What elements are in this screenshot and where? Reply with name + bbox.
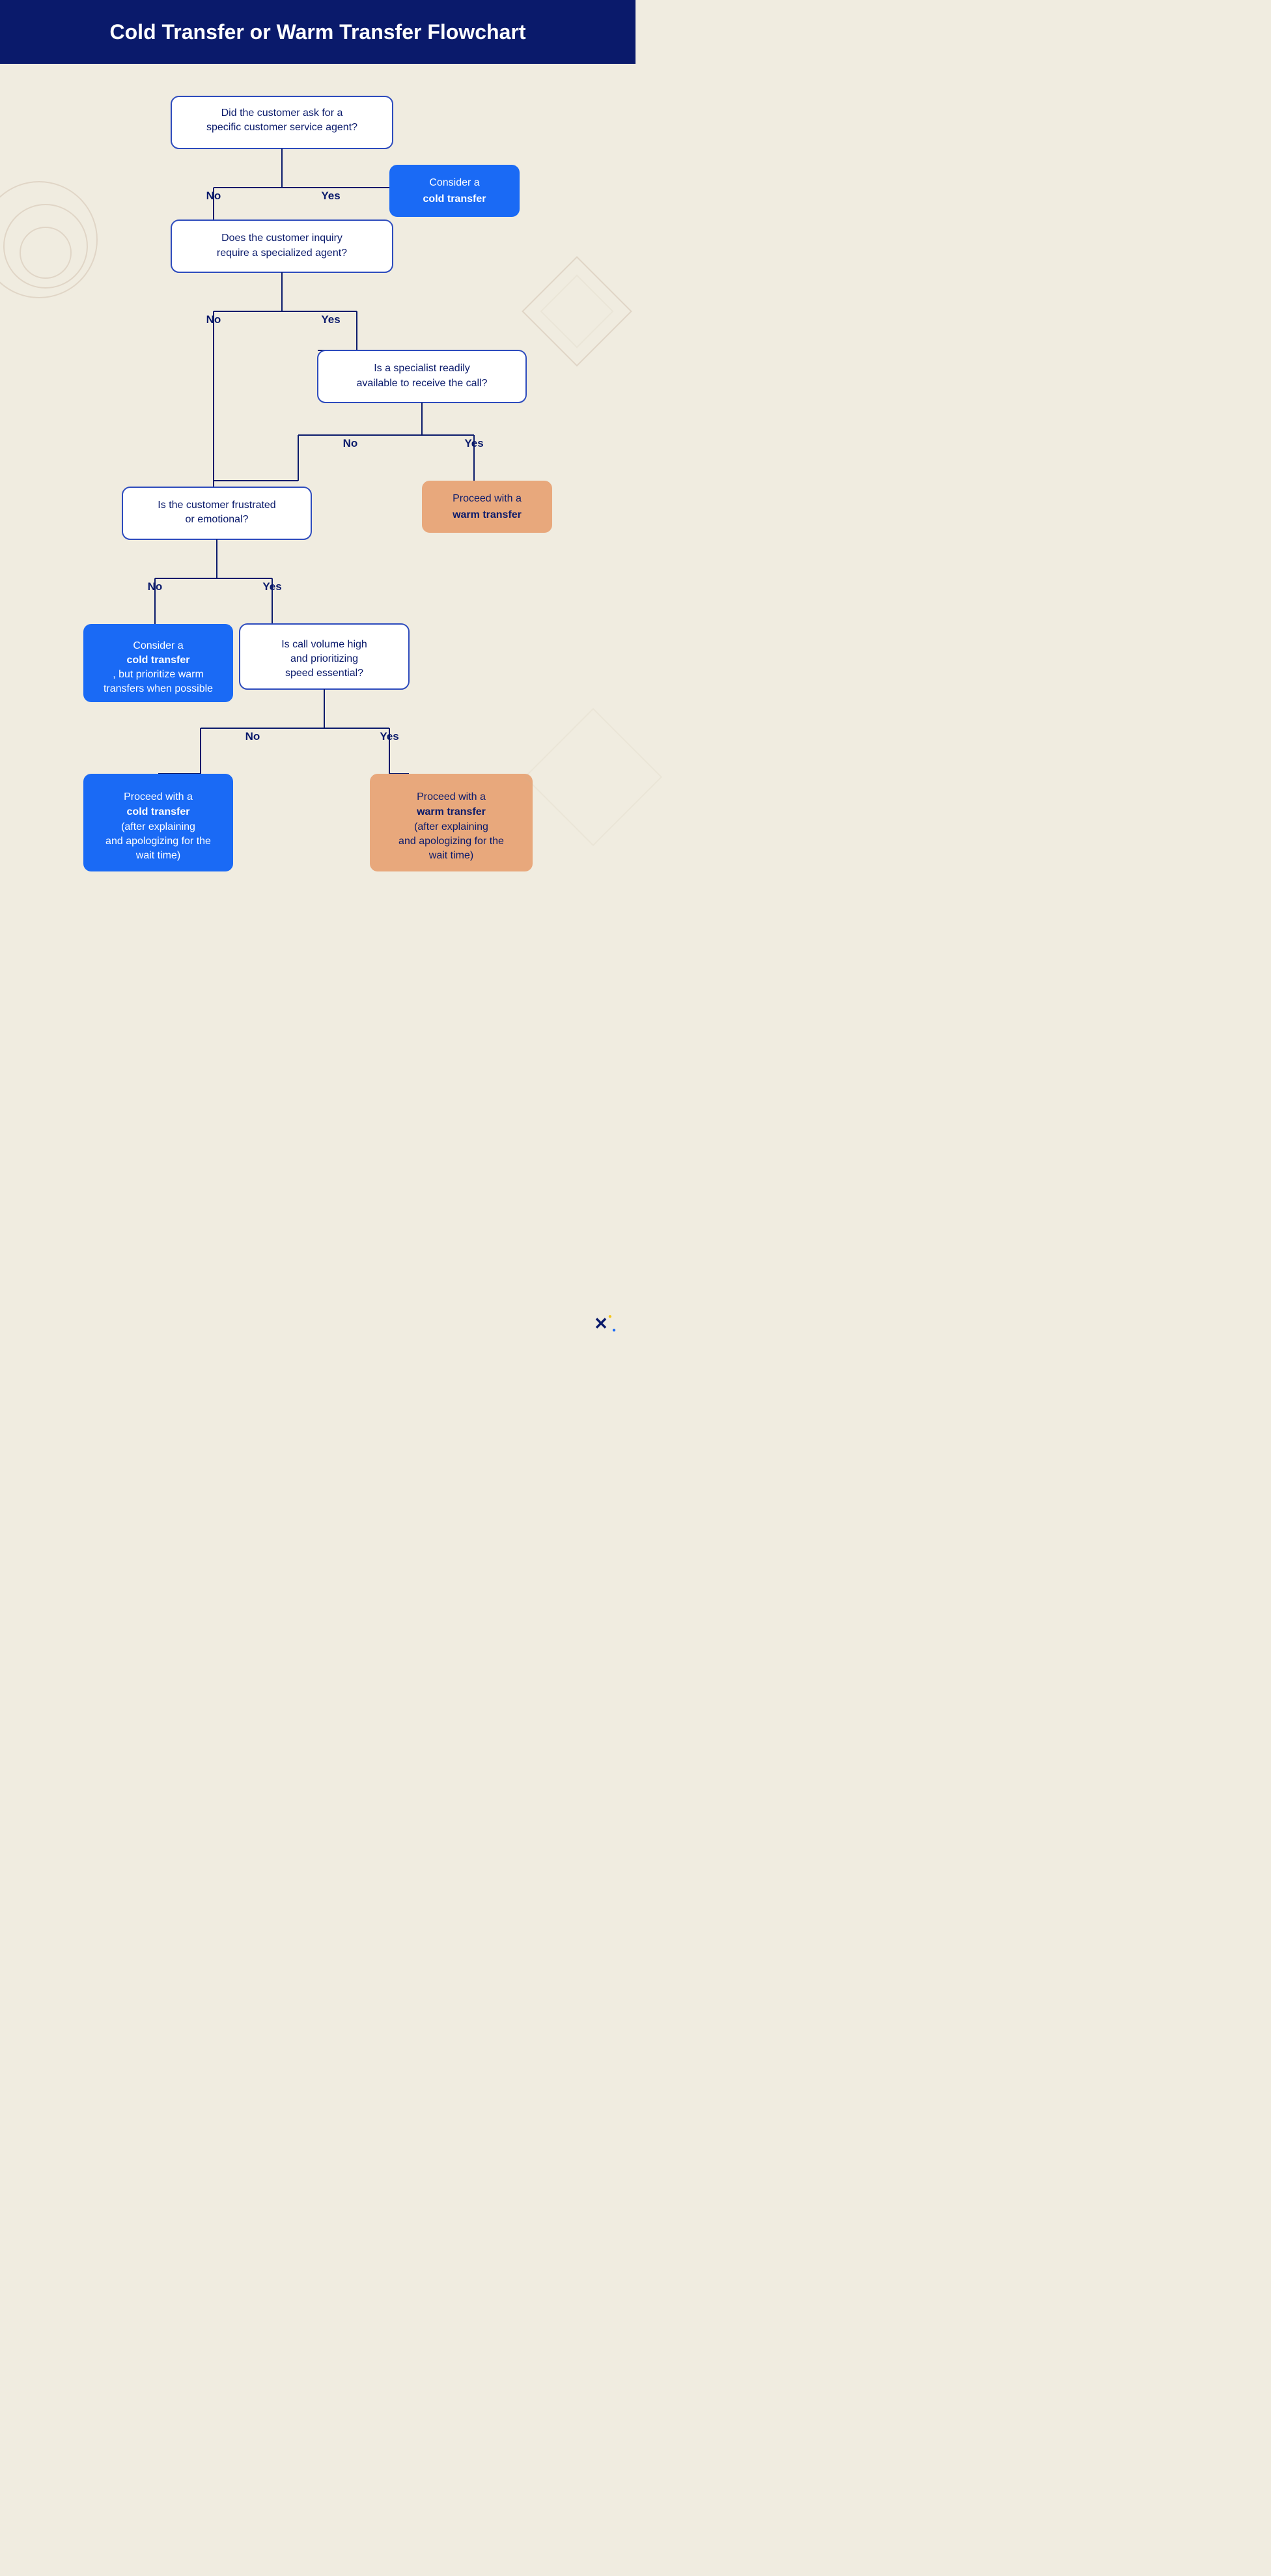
svg-text:Yes: Yes <box>321 313 340 326</box>
svg-text:Proceed with a: Proceed with a <box>124 791 193 802</box>
logo-dot2: ● <box>612 1327 616 1334</box>
svg-text:Proceed with a: Proceed with a <box>453 493 522 504</box>
svg-text:and apologizing for the: and apologizing for the <box>105 836 211 847</box>
svg-text:Did the customer ask for a: Did the customer ask for a <box>221 107 343 119</box>
svg-text:No: No <box>343 437 358 449</box>
svg-text:and apologizing for the: and apologizing for the <box>398 836 504 847</box>
svg-text:Yes: Yes <box>321 190 340 202</box>
svg-text:No: No <box>245 730 260 743</box>
svg-text:require a specialized agent?: require a specialized agent? <box>217 248 347 259</box>
logo-symbol: ✕ <box>594 1314 608 1333</box>
svg-text:Is call volume high: Is call volume high <box>281 639 367 650</box>
svg-text:available to receive the call?: available to receive the call? <box>356 378 487 389</box>
svg-text:cold transfer: cold transfer <box>423 193 486 205</box>
svg-text:warm transfer: warm transfer <box>416 806 486 817</box>
svg-text:wait time): wait time) <box>135 850 180 861</box>
svg-text:Is a specialist readily: Is a specialist readily <box>374 363 470 374</box>
svg-text:cold transfer: cold transfer <box>127 806 190 817</box>
svg-text:and prioritizing: and prioritizing <box>290 653 358 664</box>
svg-text:cold transfer: cold transfer <box>127 655 190 666</box>
svg-text:transfers when possible: transfers when possible <box>104 683 213 694</box>
svg-text:(after explaining: (after explaining <box>121 821 195 832</box>
svg-text:warm transfer: warm transfer <box>452 509 522 520</box>
svg-text:Consider a: Consider a <box>133 640 183 651</box>
svg-text:Consider a: Consider a <box>429 177 479 188</box>
svg-text:Proceed with a: Proceed with a <box>417 791 486 802</box>
header: Cold Transfer or Warm Transfer Flowchart <box>0 0 636 64</box>
svg-text:or emotional?: or emotional? <box>186 514 249 525</box>
svg-text:wait time): wait time) <box>428 850 473 861</box>
logo: ✕●● <box>594 1313 616 1334</box>
svg-text:(after explaining: (after explaining <box>414 821 488 832</box>
svg-text:Is the customer frustrated: Is the customer frustrated <box>158 500 275 511</box>
header-title: Cold Transfer or Warm Transfer Flowchart <box>110 20 526 44</box>
logo-dot1: ● <box>608 1313 612 1320</box>
svg-text:, but prioritize warm: , but prioritize warm <box>113 669 204 680</box>
svg-text:specific customer service agen: specific customer service agent? <box>206 122 357 133</box>
svg-text:Does the customer inquiry: Does the customer inquiry <box>221 233 342 244</box>
flowchart: Did the customer ask for a specific cust… <box>70 90 565 1308</box>
svg-text:speed essential?: speed essential? <box>285 668 363 679</box>
